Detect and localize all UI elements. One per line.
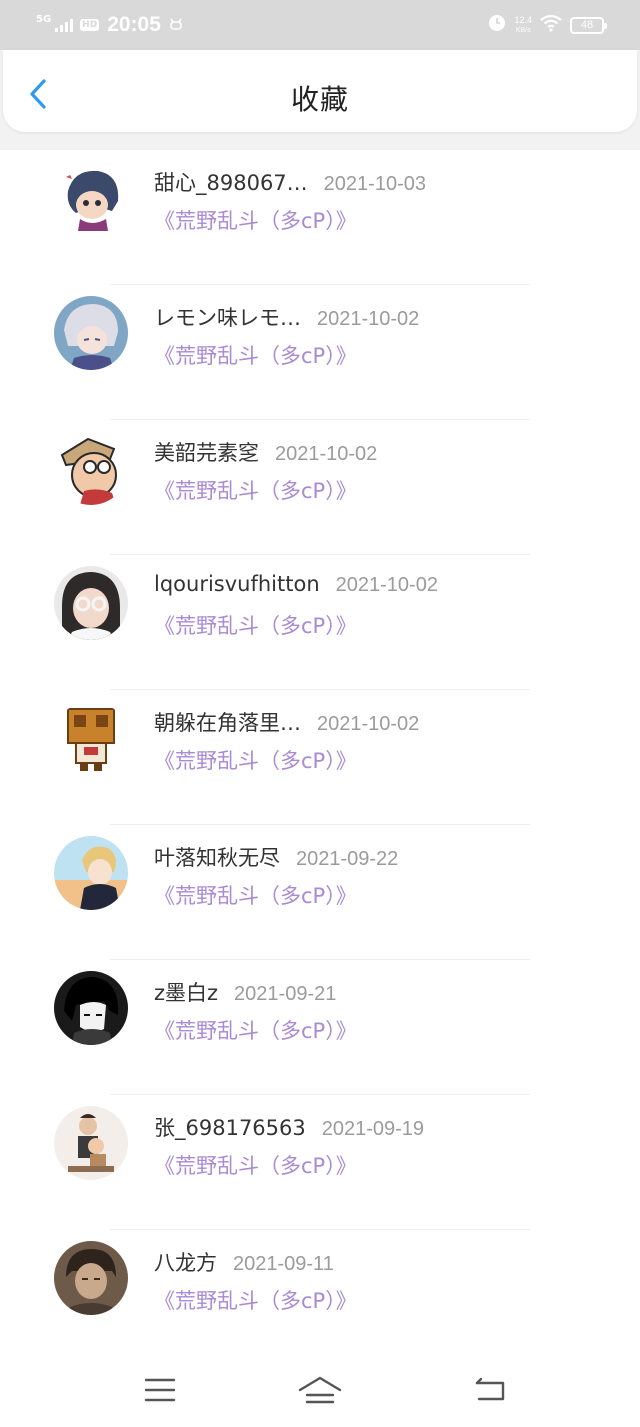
network-speed-value: 12.4 xyxy=(514,14,532,25)
avatar[interactable] xyxy=(54,431,128,505)
home-button[interactable] xyxy=(298,1375,342,1405)
user-name: 张_698176563 2021-09-19 xyxy=(154,1112,424,1142)
work-title-link[interactable]: 《荒野乱斗（多cP）》 xyxy=(154,1150,357,1180)
girl-glasses-photo-avatar xyxy=(54,566,128,640)
list-item[interactable]: 美韶芫素窆 2021-10-02 《荒野乱斗（多cP）》 xyxy=(0,420,640,555)
user-name: 甜心_898067… 2021-10-03 xyxy=(154,167,426,197)
list-item[interactable]: z墨白z 2021-09-21 《荒野乱斗（多cP）》 xyxy=(0,960,640,1095)
avatar[interactable] xyxy=(54,296,128,370)
anime-boy-avatar xyxy=(54,161,128,235)
favorite-date: 2021-10-03 xyxy=(323,173,426,195)
cartoon-man-glasses-avatar xyxy=(54,431,128,505)
list-item[interactable]: 甜心_898067… 2021-10-03 《荒野乱斗（多cP）》 xyxy=(0,150,640,285)
list-item[interactable]: 朝躲在角落里… 2021-10-02 《荒野乱斗（多cP）》 xyxy=(0,690,640,825)
user-name-text: 美韶芫素窆 xyxy=(154,441,259,465)
battery-icon: 48 xyxy=(570,16,607,34)
notification-app-icon xyxy=(169,16,183,35)
user-name: lqourisvufhitton 2021-10-02 xyxy=(154,572,438,597)
favorite-date: 2021-09-21 xyxy=(234,983,337,1005)
wifi-icon xyxy=(540,14,562,36)
back-icon xyxy=(475,1377,505,1401)
network-speed-unit: KB/s xyxy=(515,26,531,34)
list-item[interactable]: lqourisvufhitton 2021-10-02 《荒野乱斗（多cP）》 xyxy=(0,555,640,690)
avatar[interactable] xyxy=(54,836,128,910)
work-title-link[interactable]: 《荒野乱斗（多cP）》 xyxy=(154,1285,357,1315)
user-name-text: 张_698176563 xyxy=(154,1116,306,1140)
user-name: z墨白z 2021-09-21 xyxy=(154,977,336,1007)
user-name-text: z墨白z xyxy=(154,981,219,1005)
favorites-list: 甜心_898067… 2021-10-03 《荒野乱斗（多cP）》 レモン味レモ…… xyxy=(0,150,640,1365)
user-name-text: 叶落知秋无尽 xyxy=(154,846,280,870)
user-name: 美韶芫素窆 2021-10-02 xyxy=(154,437,377,467)
user-name: レモン味レモ… 2021-10-02 xyxy=(154,302,419,332)
user-name-text: 八龙方 xyxy=(154,1251,217,1275)
alarm-icon xyxy=(488,14,506,36)
person-photo-avatar xyxy=(54,1241,128,1315)
network-speed: 12.4 KB/s xyxy=(514,14,532,35)
menu-button[interactable] xyxy=(140,1375,180,1405)
favorite-date: 2021-10-02 xyxy=(335,574,438,596)
home-icon xyxy=(298,1376,342,1404)
status-bar: 5G HD 20:05 12.4 KB/s 48 xyxy=(0,0,640,50)
favorite-date: 2021-09-11 xyxy=(233,1253,334,1275)
list-item[interactable]: レモン味レモ… 2021-10-02 《荒野乱斗（多cP）》 xyxy=(0,285,640,420)
work-title-link[interactable]: 《荒野乱斗（多cP）》 xyxy=(154,745,357,775)
anime-silver-hair-avatar xyxy=(54,296,128,370)
avatar[interactable] xyxy=(54,701,128,775)
status-bar-left: 5G HD 20:05 xyxy=(36,12,183,38)
anime-blonde-boy-avatar xyxy=(54,836,128,910)
status-bar-right: 12.4 KB/s 48 xyxy=(488,12,607,38)
user-name-text: レモン味レモ… xyxy=(154,306,301,330)
anime-dark-hair-avatar xyxy=(54,971,128,1045)
user-name: 朝躲在角落里… 2021-10-02 xyxy=(154,707,419,737)
work-title-link[interactable]: 《荒野乱斗（多cP）》 xyxy=(154,205,357,235)
work-title-link[interactable]: 《荒野乱斗（多cP）》 xyxy=(154,880,357,910)
list-item[interactable]: 张_698176563 2021-09-19 《荒野乱斗（多cP）》 xyxy=(0,1095,640,1230)
user-name: 八龙方 2021-09-11 xyxy=(154,1247,334,1277)
avatar[interactable] xyxy=(54,971,128,1045)
child-photo-avatar xyxy=(54,1106,128,1180)
user-name-text: lqourisvufhitton xyxy=(154,572,320,596)
avatar[interactable] xyxy=(54,1241,128,1315)
favorite-date: 2021-10-02 xyxy=(317,713,420,735)
avatar[interactable] xyxy=(54,1106,128,1180)
page-title: 收藏 xyxy=(290,83,349,116)
signal-icon xyxy=(55,18,74,32)
header: 收藏 xyxy=(3,50,637,132)
work-title-link[interactable]: 《荒野乱斗（多cP）》 xyxy=(154,610,357,640)
favorite-date: 2021-10-02 xyxy=(317,308,420,330)
list-item[interactable]: 叶落知秋无尽 2021-09-22 《荒野乱斗（多cP）》 xyxy=(0,825,640,960)
work-title-link[interactable]: 《荒野乱斗（多cP）》 xyxy=(154,475,357,505)
box-robot-avatar xyxy=(54,701,128,775)
system-nav-bar xyxy=(0,1357,640,1427)
back-nav-button[interactable] xyxy=(470,1375,510,1405)
favorite-date: 2021-10-02 xyxy=(275,443,378,465)
user-name-text: 甜心_898067… xyxy=(154,171,308,195)
user-name-text: 朝躲在角落里… xyxy=(154,711,301,735)
avatar[interactable] xyxy=(54,566,128,640)
network-type: 5G xyxy=(36,13,52,25)
user-name: 叶落知秋无尽 2021-09-22 xyxy=(154,842,398,872)
clock: 20:05 xyxy=(107,13,161,36)
favorite-date: 2021-09-19 xyxy=(321,1118,425,1140)
avatar[interactable] xyxy=(54,161,128,235)
work-title-link[interactable]: 《荒野乱斗（多cP）》 xyxy=(154,340,357,370)
list-item[interactable]: 八龙方 2021-09-11 《荒野乱斗（多cP）》 xyxy=(0,1230,640,1365)
menu-icon xyxy=(144,1378,176,1402)
work-title-link[interactable]: 《荒野乱斗（多cP）》 xyxy=(154,1015,357,1045)
favorite-date: 2021-09-22 xyxy=(296,848,399,870)
hd-badge: HD xyxy=(80,19,100,31)
